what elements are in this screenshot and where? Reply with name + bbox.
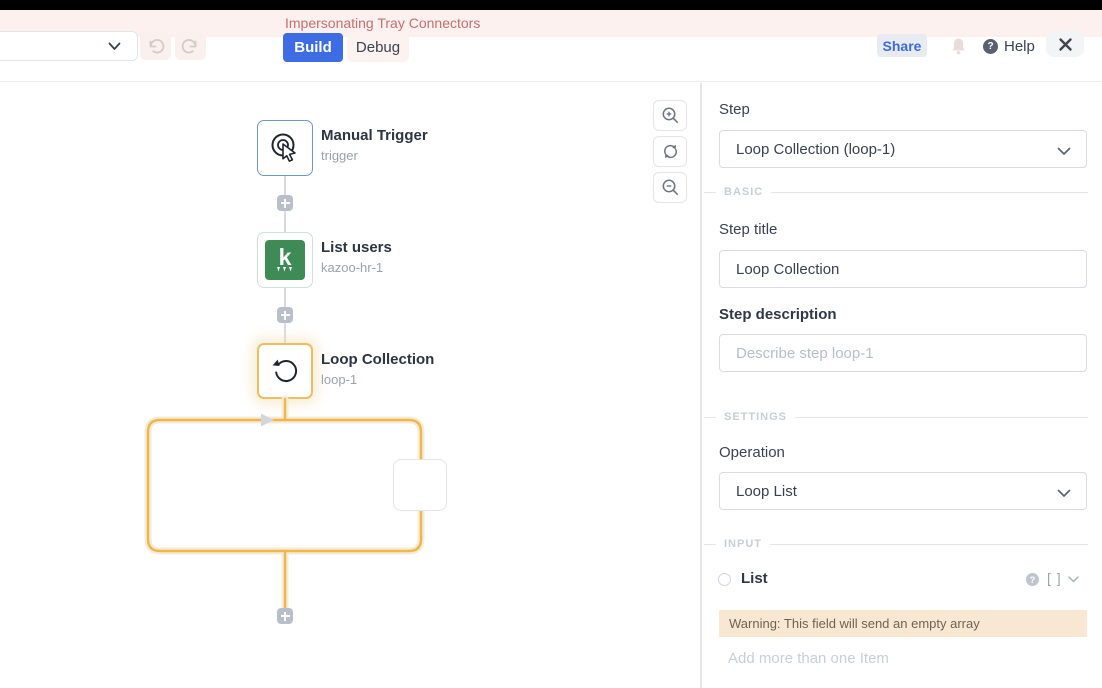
undo-button[interactable] bbox=[140, 32, 171, 60]
chevron-down-icon bbox=[1057, 489, 1071, 498]
chevron-down-icon[interactable] bbox=[1068, 576, 1079, 583]
section-label: BASIC bbox=[724, 186, 763, 198]
zoom-reset-icon bbox=[661, 142, 680, 161]
node-title: Manual Trigger bbox=[321, 127, 428, 144]
node-label: Loop Collection loop-1 bbox=[321, 351, 434, 387]
section-divider-input: INPUT bbox=[704, 538, 1088, 550]
node-title: List users bbox=[321, 239, 392, 256]
node-subtitle: trigger bbox=[321, 148, 428, 163]
operation-label: Operation bbox=[719, 444, 785, 461]
warning-text: Warning: This field will send an empty a… bbox=[729, 616, 980, 631]
redo-icon bbox=[181, 37, 200, 56]
share-button-label: Share bbox=[883, 38, 922, 54]
array-type-icon: [ ] bbox=[1047, 570, 1062, 586]
step-title-label: Step title bbox=[719, 221, 777, 238]
undo-icon bbox=[146, 37, 165, 56]
manual-trigger-icon bbox=[268, 131, 302, 165]
step-title-input[interactable] bbox=[719, 250, 1087, 288]
loop-empty-step-placeholder[interactable] bbox=[393, 459, 447, 511]
node-subtitle: loop-1 bbox=[321, 372, 434, 387]
workflow-canvas[interactable]: Manual Trigger trigger k List users kazo… bbox=[0, 83, 701, 688]
zoom-out-icon bbox=[661, 178, 680, 197]
zoom-in-icon bbox=[661, 106, 680, 125]
node-label: Manual Trigger trigger bbox=[321, 127, 428, 163]
section-label: INPUT bbox=[724, 538, 762, 550]
workflow-selector-dropdown[interactable] bbox=[0, 31, 138, 61]
redo-button[interactable] bbox=[175, 32, 206, 60]
step-properties-panel: Step Loop Collection (loop-1) BASIC Step… bbox=[701, 83, 1102, 688]
step-label: Step bbox=[719, 101, 750, 118]
chevron-down-icon bbox=[108, 42, 121, 51]
node-label: List users kazoo-hr-1 bbox=[321, 239, 392, 275]
add-step-button[interactable] bbox=[277, 608, 293, 624]
top-black-bar bbox=[0, 0, 1102, 10]
node-manual-trigger[interactable] bbox=[257, 120, 313, 176]
help-button[interactable]: ? Help bbox=[983, 38, 1035, 55]
close-button[interactable] bbox=[1046, 31, 1084, 57]
node-list-users[interactable]: k bbox=[257, 232, 313, 288]
loop-collection-icon bbox=[269, 355, 301, 387]
debug-tab-label: Debug bbox=[356, 39, 400, 56]
build-tab[interactable]: Build bbox=[283, 33, 343, 62]
debug-tab[interactable]: Debug bbox=[347, 33, 409, 62]
operation-value: Loop List bbox=[736, 483, 797, 500]
zoom-out-button[interactable] bbox=[653, 172, 687, 203]
kazoo-connector-icon: k bbox=[265, 240, 305, 280]
loop-path bbox=[140, 390, 460, 635]
share-button[interactable]: Share bbox=[877, 34, 927, 57]
step-selector-dropdown[interactable]: Loop Collection (loop-1) bbox=[719, 130, 1087, 168]
field-warning-banner: Warning: This field will send an empty a… bbox=[719, 610, 1087, 637]
node-subtitle: kazoo-hr-1 bbox=[321, 260, 392, 275]
help-icon: ? bbox=[983, 39, 998, 54]
step-description-input[interactable] bbox=[719, 334, 1087, 372]
node-title: Loop Collection bbox=[321, 351, 434, 368]
notifications-bell-icon[interactable] bbox=[950, 37, 967, 60]
zoom-in-button[interactable] bbox=[653, 100, 687, 131]
section-divider-settings: SETTINGS bbox=[704, 411, 1088, 423]
add-step-button[interactable] bbox=[277, 307, 293, 323]
section-label: SETTINGS bbox=[724, 411, 787, 423]
list-empty-hint[interactable]: Add more than one Item bbox=[728, 650, 889, 667]
section-divider-basic: BASIC bbox=[704, 186, 1088, 198]
field-help-icon[interactable]: ? bbox=[1026, 573, 1039, 586]
step-description-label: Step description bbox=[719, 306, 837, 323]
build-tab-label: Build bbox=[294, 39, 332, 56]
close-icon bbox=[1058, 37, 1073, 52]
add-step-button[interactable] bbox=[277, 195, 293, 211]
zoom-reset-button[interactable] bbox=[653, 136, 687, 167]
operation-dropdown[interactable]: Loop List bbox=[719, 472, 1087, 510]
loop-direction-arrow-icon bbox=[261, 414, 274, 427]
list-field-row: List ? [ ] bbox=[702, 569, 1102, 593]
step-selector-value: Loop Collection (loop-1) bbox=[736, 141, 895, 158]
list-field-label: List bbox=[741, 570, 768, 587]
chevron-down-icon bbox=[1057, 147, 1071, 156]
help-label: Help bbox=[1004, 38, 1035, 55]
kazoo-triangles bbox=[275, 267, 295, 273]
field-radio-icon[interactable] bbox=[718, 573, 731, 586]
kazoo-letter: k bbox=[279, 248, 292, 267]
